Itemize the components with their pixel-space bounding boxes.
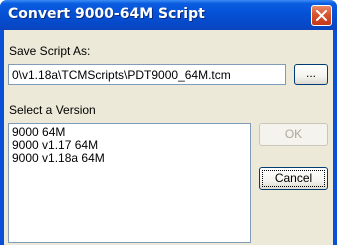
select-version-label: Select a Version [9, 103, 96, 117]
save-script-label: Save Script As: [9, 44, 91, 58]
close-icon [316, 10, 327, 21]
dialog-body: Save Script As: 0\v1.18a\TCMScripts\PDT9… [4, 30, 333, 245]
version-list[interactable]: 9000 64M 9000 v1.17 64M 9000 v1.18a 64M [8, 123, 251, 243]
cancel-button[interactable]: Cancel [259, 167, 328, 190]
close-button[interactable] [311, 5, 332, 26]
list-item-9000-v1-18a-64m[interactable]: 9000 v1.18a 64M [12, 152, 250, 165]
window-title: Convert 9000-64M Script [8, 6, 205, 22]
cancel-button-label: Cancel [262, 170, 325, 187]
dialog-window: Convert 9000-64M Script Save Script As: … [0, 0, 337, 245]
browse-button[interactable]: ... [294, 64, 328, 85]
title-bar[interactable]: Convert 9000-64M Script [0, 0, 337, 30]
ok-button[interactable]: OK [259, 123, 328, 146]
save-path-input[interactable]: 0\v1.18a\TCMScripts\PDT9000_64M.tcm [8, 64, 286, 85]
